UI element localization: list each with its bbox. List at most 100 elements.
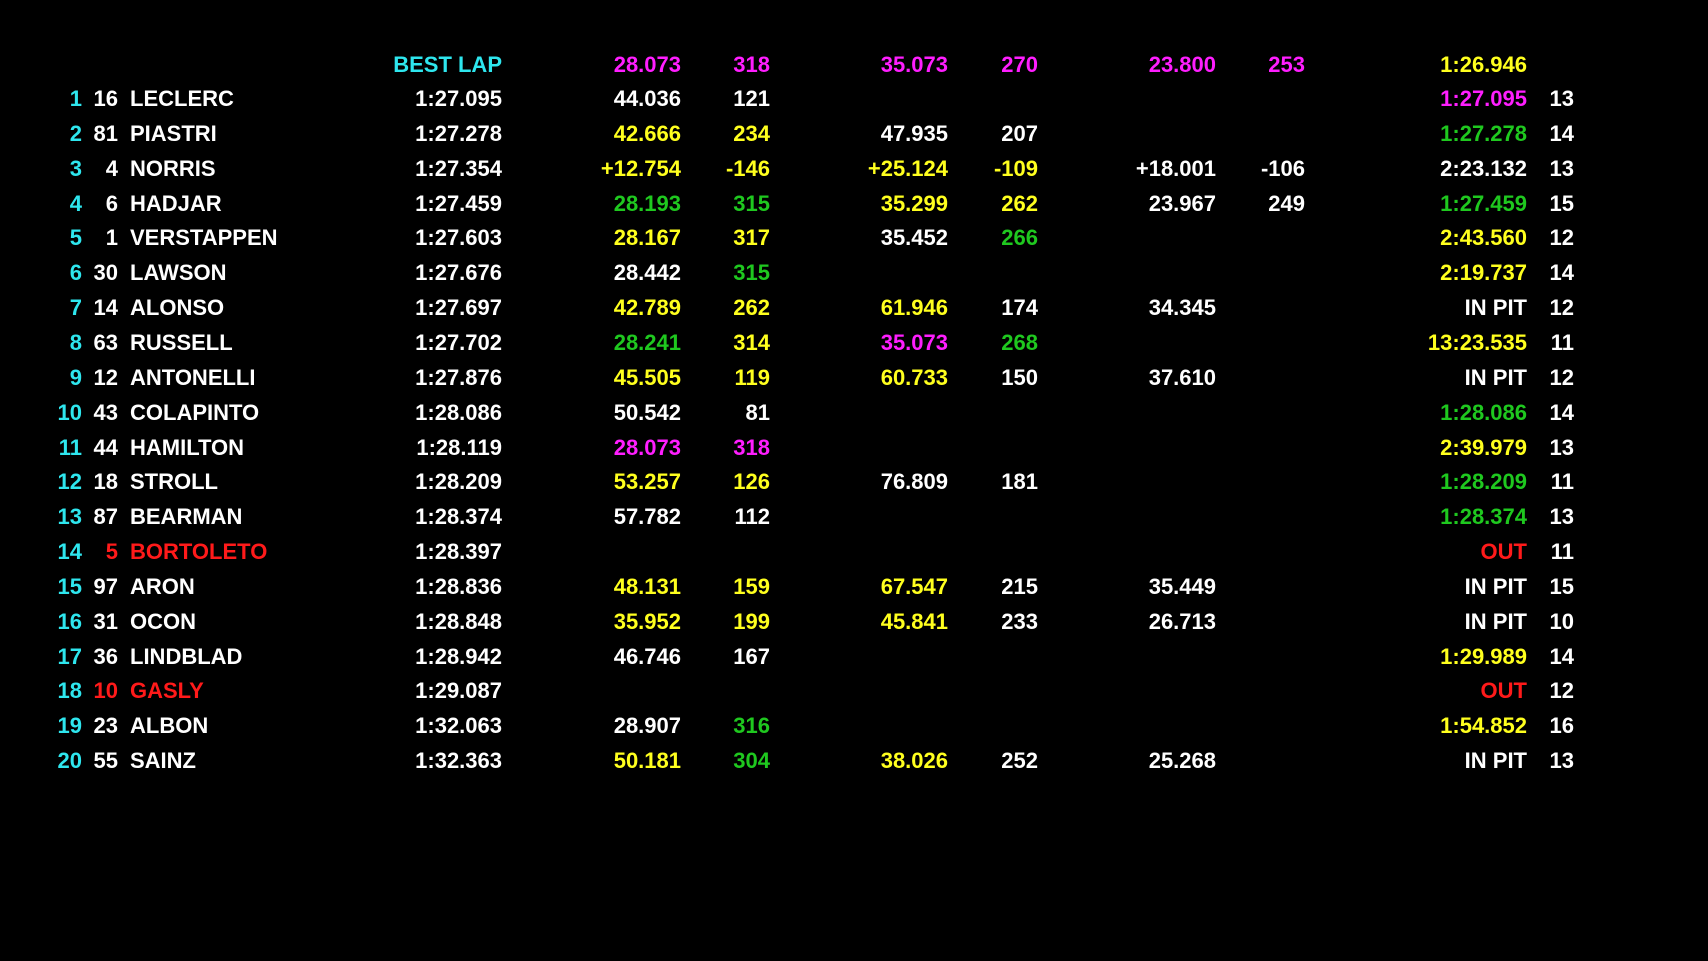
sector2-speed: 233 bbox=[1001, 608, 1038, 634]
sector2-speed: 252 bbox=[1001, 748, 1038, 774]
lap-count: 12 bbox=[1549, 225, 1574, 251]
car-number: 63 bbox=[93, 329, 118, 355]
car-number: 30 bbox=[93, 260, 118, 286]
best-lap-time: 1:27.676 bbox=[415, 260, 502, 286]
last-lap-time: 2:19.737 bbox=[1440, 260, 1527, 286]
lap-count: 12 bbox=[1549, 364, 1574, 390]
sector1-time: 48.131 bbox=[613, 573, 681, 599]
sector3-time: 26.713 bbox=[1148, 608, 1216, 634]
sector1-speed: 199 bbox=[733, 608, 770, 634]
position-number: 14 bbox=[57, 539, 82, 565]
sector2-speed: -109 bbox=[993, 155, 1038, 181]
car-number: 44 bbox=[93, 434, 118, 460]
car-number: 87 bbox=[93, 504, 118, 530]
driver-row: 8 63 RUSSELL 1:27.702 28.241 314 35.073 268 13:2… bbox=[0, 325, 1708, 360]
sector1-speed: 167 bbox=[733, 643, 770, 669]
car-number: 16 bbox=[93, 86, 118, 111]
sector2-speed: 174 bbox=[1001, 295, 1038, 321]
sector2-speed: 215 bbox=[1001, 573, 1038, 599]
last-lap-time: 1:27.278 bbox=[1440, 120, 1527, 146]
best-lap-time: 1:28.374 bbox=[415, 504, 502, 530]
sector2-time: 45.841 bbox=[880, 608, 948, 634]
car-number: 55 bbox=[93, 748, 118, 774]
last-lap-time: 1:28.209 bbox=[1440, 469, 1527, 495]
best-lap-time: 1:27.603 bbox=[415, 225, 502, 251]
lap-count: 12 bbox=[1549, 678, 1574, 704]
last-lap-time: OUT bbox=[1480, 539, 1527, 565]
car-number: 31 bbox=[93, 608, 118, 634]
sector1-time: 42.789 bbox=[613, 295, 681, 321]
position-number: 11 bbox=[58, 434, 82, 460]
sector1-time: 35.952 bbox=[613, 608, 681, 634]
car-number: 81 bbox=[93, 120, 118, 146]
position-number: 1 bbox=[69, 86, 82, 111]
best-lap-row: BEST LAP 28.073 318 35.073 270 23.800 25… bbox=[0, 47, 1708, 82]
sector1-time: 53.257 bbox=[613, 469, 681, 495]
sector3-time: 37.610 bbox=[1148, 364, 1216, 390]
sector2-time: 38.026 bbox=[880, 748, 948, 774]
last-lap-time: IN PIT bbox=[1464, 573, 1527, 599]
last-lap-time: 1:28.374 bbox=[1440, 504, 1527, 530]
sector2-time: 35.299 bbox=[880, 190, 948, 216]
last-lap-time: OUT bbox=[1480, 678, 1527, 704]
driver-row: 5 1 VERSTAPPEN 1:27.603 28.167 317 35.452 266 2:… bbox=[0, 220, 1708, 255]
timing-board: BEST LAP 28.073 318 35.073 270 23.800 25… bbox=[0, 0, 1708, 961]
car-number: 36 bbox=[93, 643, 118, 669]
lap-count: 14 bbox=[1549, 643, 1574, 669]
last-lap-time: 1:28.086 bbox=[1440, 399, 1527, 425]
driver-row: 13 87 BEARMAN 1:28.374 57.782 112 1:28.374 13 bbox=[0, 499, 1708, 534]
best-lap-time: 1:27.278 bbox=[415, 120, 502, 146]
sector2-time: 61.946 bbox=[880, 295, 948, 321]
sector1-speed: 112 bbox=[734, 504, 771, 530]
sector2-time: 60.733 bbox=[880, 364, 948, 390]
position-number: 18 bbox=[57, 678, 82, 704]
lap-count: 16 bbox=[1549, 713, 1574, 739]
driver-row: 9 12 ANTONELLI 1:27.876 45.505 119 60.733 150 37… bbox=[0, 360, 1708, 395]
sector1-speed: 159 bbox=[733, 573, 770, 599]
best-lap-time: 1:27.354 bbox=[415, 155, 502, 181]
sector1-time: 28.907 bbox=[613, 713, 681, 739]
lap-count: 13 bbox=[1549, 748, 1574, 774]
lap-count: 11 bbox=[1550, 329, 1574, 355]
car-number: 43 bbox=[93, 399, 118, 425]
best-lap-time: 1:28.942 bbox=[415, 643, 502, 669]
sector3-time: 34.345 bbox=[1148, 295, 1216, 321]
sector2-time: +25.124 bbox=[867, 155, 948, 181]
position-number: 2 bbox=[69, 120, 82, 146]
sector1-time: 28.167 bbox=[613, 225, 681, 251]
position-number: 7 bbox=[69, 295, 82, 321]
last-lap-time: 13:23.535 bbox=[1427, 329, 1527, 355]
car-number: 12 bbox=[93, 364, 118, 390]
best-lap-time: 1:28.119 bbox=[416, 434, 502, 460]
driver-row: 15 97 ARON 1:28.836 48.131 159 67.547 215 35.449… bbox=[0, 569, 1708, 604]
best-lap-time: 1:28.086 bbox=[415, 399, 502, 425]
best-sector3-time: 23.800 bbox=[1148, 52, 1216, 77]
lap-count: 14 bbox=[1549, 399, 1574, 425]
sector1-speed: 81 bbox=[745, 399, 770, 425]
sector1-time: 46.746 bbox=[613, 643, 681, 669]
sector1-time: 44.036 bbox=[613, 86, 681, 111]
driver-row: 18 10 GASLY 1:29.087 OUT 12 bbox=[0, 673, 1708, 708]
position-number: 8 bbox=[69, 329, 82, 355]
driver-row: 3 4 NORRIS 1:27.354 +12.754 -146 +25.124 -109 +1… bbox=[0, 151, 1708, 186]
best-lap-time: 1:32.363 bbox=[415, 748, 502, 774]
sector1-time: 28.193 bbox=[613, 190, 681, 216]
sector3-speed: 249 bbox=[1268, 190, 1305, 216]
last-lap-time: 2:23.132 bbox=[1440, 155, 1527, 181]
sector1-speed: 304 bbox=[733, 748, 770, 774]
sector1-time: 57.782 bbox=[613, 504, 681, 530]
sector2-speed: 266 bbox=[1001, 225, 1038, 251]
sector1-time: 45.505 bbox=[613, 364, 681, 390]
sector2-time: 35.073 bbox=[880, 329, 948, 355]
sector2-speed: 262 bbox=[1001, 190, 1038, 216]
driver-row: 2 81 PIASTRI 1:27.278 42.666 234 47.935 207 1:27… bbox=[0, 116, 1708, 151]
car-number: 5 bbox=[105, 539, 118, 565]
position-number: 10 bbox=[57, 399, 82, 425]
sector1-speed: 314 bbox=[733, 329, 770, 355]
lap-count: 13 bbox=[1549, 86, 1574, 111]
sector1-speed: 315 bbox=[733, 260, 770, 286]
sector2-speed: 181 bbox=[1001, 469, 1038, 495]
best-lap-time: 1:32.063 bbox=[415, 713, 502, 739]
sector1-speed: 318 bbox=[733, 434, 770, 460]
sector1-time: 28.442 bbox=[613, 260, 681, 286]
